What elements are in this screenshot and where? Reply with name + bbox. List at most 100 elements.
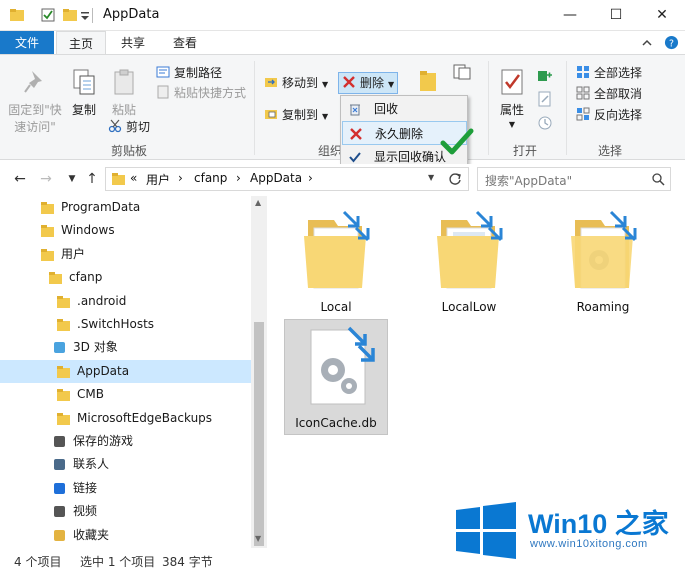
pin-label-line2: 速访问" — [14, 120, 56, 134]
pin-icon — [24, 71, 42, 93]
new-folder-icon[interactable] — [62, 7, 78, 23]
breadcrumb-item[interactable]: cfanp — [194, 171, 227, 185]
select-none-button[interactable]: 全部取消 — [576, 84, 642, 104]
recycle-bin-icon — [350, 104, 360, 116]
scroll-down-icon[interactable]: ▼ — [255, 534, 261, 543]
open-icon[interactable] — [537, 67, 553, 83]
tree-item[interactable]: AppData — [0, 359, 251, 383]
tree-item[interactable]: 收藏夹 — [0, 524, 251, 547]
pin-quick-access-button[interactable]: 固定到"快 速访问" — [4, 67, 66, 135]
properties-button[interactable]: 属性 ▼ — [494, 67, 530, 129]
tree-item[interactable]: 链接 — [0, 477, 251, 500]
folder-item-local[interactable]: Local — [284, 202, 388, 318]
select-all-label: 全部选择 — [594, 66, 643, 80]
tree-item[interactable]: Windows — [0, 219, 251, 242]
svg-text:?: ? — [669, 38, 674, 49]
nav-scroll-thumb[interactable] — [254, 322, 264, 546]
tree-item[interactable]: ProgramData — [0, 196, 251, 219]
tree-item[interactable]: CMB — [0, 383, 251, 406]
breadcrumb-separator[interactable]: › — [236, 171, 241, 185]
breadcrumb-separator[interactable]: › — [308, 171, 313, 185]
clipboard-group-label: 剪贴板 — [110, 144, 147, 158]
delete-button[interactable]: 删除 ▼ — [338, 72, 399, 94]
cut-button[interactable]: 剪切 — [108, 117, 150, 137]
history-icon[interactable] — [537, 115, 553, 131]
tree-item[interactable]: 保存的游戏 — [0, 430, 251, 453]
tab-view[interactable]: 查看 — [160, 31, 210, 55]
properties-check-icon — [501, 69, 523, 95]
search-icon[interactable] — [652, 173, 665, 186]
folder-item-roaming[interactable]: Roaming — [551, 202, 655, 318]
breadcrumb-overflow[interactable]: « — [130, 171, 137, 185]
folder-item-locallow[interactable]: LocalLow — [417, 202, 521, 318]
paste-button[interactable]: 粘贴 — [106, 67, 142, 118]
title-bar: AppData — ☐ ✕ — [0, 0, 685, 31]
copy-path-button[interactable]: 复制路径 — [156, 63, 222, 83]
tree-item-label: .android — [77, 293, 127, 308]
watermark-title: Win10 之家 — [528, 509, 669, 539]
up-button[interactable]: ↑ — [82, 169, 102, 189]
properties-icon[interactable] — [40, 7, 56, 23]
copy-button[interactable]: 复制 — [66, 67, 102, 118]
tree-item[interactable]: .android — [0, 290, 251, 313]
address-bar[interactable]: « 用户 › cfanp › AppData › ▼ — [105, 167, 469, 191]
close-button[interactable]: ✕ — [639, 0, 685, 31]
recycle-label: 回收 — [374, 102, 399, 116]
green-check-annotation-icon — [440, 128, 474, 155]
folder-icon — [304, 210, 370, 289]
refresh-icon[interactable] — [448, 172, 462, 186]
tab-file[interactable]: 文件 — [0, 31, 54, 55]
copy-to-icon — [265, 110, 277, 119]
breadcrumb-item[interactable]: 用户 — [146, 171, 170, 188]
tree-item[interactable]: 视频 — [0, 500, 251, 523]
tree-item-label: 链接 — [73, 480, 98, 495]
tab-home[interactable]: 主页 — [56, 31, 106, 55]
breadcrumb-item[interactable]: AppData — [250, 171, 302, 185]
recent-locations-button[interactable]: ▼ — [62, 169, 82, 189]
breadcrumb-separator[interactable]: › — [178, 171, 183, 185]
tree-item-label: 视频 — [73, 504, 98, 519]
tree-item[interactable]: cfanp — [0, 266, 251, 289]
tree-item[interactable]: 联系人 — [0, 453, 251, 476]
tree-item-label: Windows — [61, 223, 115, 238]
folder-icon — [10, 9, 24, 21]
copy-to-label: 复制到 — [282, 108, 319, 122]
copy-to-button[interactable]: 复制到 ▼ — [264, 105, 328, 125]
scroll-up-icon[interactable]: ▲ — [255, 198, 261, 207]
tree-item[interactable]: MicrosoftEdgeBackups — [0, 407, 251, 430]
address-dropdown-icon[interactable]: ▼ — [428, 173, 434, 182]
collapse-ribbon-icon[interactable] — [641, 37, 653, 49]
tree-item-label: CMB — [77, 387, 104, 402]
nav-scrollbar[interactable]: ▲ ▼ — [251, 196, 267, 548]
delete-x-icon — [343, 76, 355, 88]
forward-button[interactable]: → — [36, 169, 56, 189]
folder-icon — [41, 248, 54, 261]
saved-games-icon — [54, 436, 65, 447]
paste-shortcut-label: 粘贴快捷方式 — [174, 86, 247, 100]
select-all-button[interactable]: 全部选择 — [576, 63, 642, 83]
copy-to-dropdown-icon: ▼ — [322, 112, 329, 121]
search-box[interactable]: 搜索"AppData" — [477, 167, 671, 191]
copy-icon — [73, 69, 95, 95]
invert-selection-button[interactable]: 反向选择 — [576, 105, 642, 125]
tree-item[interactable]: 3D 对象 — [0, 336, 251, 359]
customize-toolbar-icon[interactable] — [80, 7, 90, 23]
back-button[interactable]: ← — [10, 169, 30, 189]
new-folder-icon[interactable] — [418, 69, 440, 93]
tree-item[interactable]: .SwitchHosts — [0, 313, 251, 336]
tree-item[interactable]: 用户 — [0, 243, 251, 266]
folder-icon — [57, 412, 70, 425]
menu-item-recycle[interactable]: 回收 — [342, 97, 467, 121]
edit-icon[interactable] — [537, 91, 553, 107]
maximize-button[interactable]: ☐ — [593, 0, 639, 31]
tab-share[interactable]: 共享 — [108, 31, 158, 55]
minimize-button[interactable]: — — [547, 0, 593, 31]
file-item-iconcache[interactable]: IconCache.db — [284, 319, 388, 435]
new-item-icon[interactable] — [452, 63, 472, 81]
folder-icon — [112, 173, 125, 185]
move-to-button[interactable]: 移动到 ▼ — [264, 73, 328, 93]
item-label: Local — [320, 300, 352, 314]
help-icon[interactable]: ? — [664, 35, 679, 50]
move-to-label: 移动到 — [282, 76, 319, 90]
paste-shortcut-button[interactable]: 粘贴快捷方式 — [156, 83, 246, 103]
